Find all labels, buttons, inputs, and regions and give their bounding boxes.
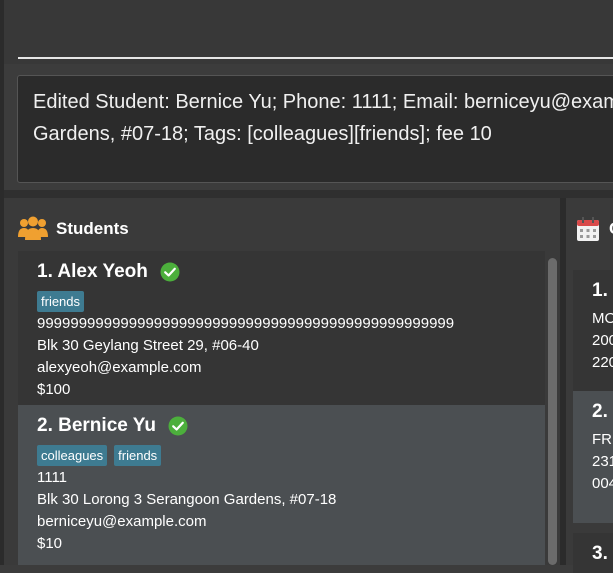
student-name: 2. Bernice Yu: [37, 415, 156, 436]
calendar-icon: [577, 217, 599, 241]
command-box[interactable]: [4, 0, 613, 64]
check-icon: [168, 416, 188, 436]
student-card-2[interactable]: 2. Bernice Yu colleagues friends 1111 Bl…: [18, 405, 545, 565]
schedule-line: 231: [592, 453, 613, 470]
student-email: berniceyu@example.com: [37, 513, 207, 530]
tag-friends: friends: [37, 291, 85, 312]
schedule-line: 200: [592, 332, 613, 349]
student-phone: 1111: [37, 469, 68, 486]
result-line-1: Edited Student: Bernice Yu; Phone: 1111;…: [33, 91, 613, 113]
student-email: alexyeoh@example.com: [37, 359, 202, 376]
scrollbar-thumb[interactable]: [548, 258, 557, 565]
section-separator: [4, 190, 613, 198]
command-input-underline: [18, 57, 613, 59]
schedule-number: 2.: [592, 401, 608, 422]
students-header: Students: [18, 215, 129, 243]
student-fee: $100: [37, 381, 71, 398]
schedule-title: C: [609, 219, 613, 239]
schedule-card-2[interactable]: 2. FRI 231 004: [573, 391, 613, 523]
people-icon: [18, 216, 48, 240]
schedule-card-1[interactable]: 1. MO 200 220: [573, 270, 613, 391]
schedule-card-3[interactable]: 3.: [573, 533, 613, 573]
result-line-2: Gardens, #07-18; Tags: [colleagues][frie…: [33, 123, 492, 145]
student-name: 1. Alex Yeoh: [37, 261, 148, 282]
schedule-line: FRI: [592, 431, 613, 448]
schedule-number: 3.: [592, 543, 608, 564]
student-address: Blk 30 Geylang Street 29, #06-40: [37, 337, 259, 354]
student-list[interactable]: 1. Alex Yeoh friends 9999999999999999999…: [18, 251, 545, 565]
check-icon: [160, 262, 180, 282]
student-address: Blk 30 Lorong 3 Serangoon Gardens, #07-1…: [37, 491, 337, 508]
schedule-line: 004: [592, 475, 613, 492]
result-message: Edited Student: Bernice Yu; Phone: 1111;…: [33, 86, 613, 150]
students-title: Students: [56, 219, 129, 238]
schedule-number: 1.: [592, 280, 608, 301]
schedule-line: MO: [592, 310, 613, 327]
student-card-1[interactable]: 1. Alex Yeoh friends 9999999999999999999…: [18, 251, 545, 405]
student-phone: 9999999999999999999999999999999999999999…: [37, 315, 455, 332]
schedule-line: 220: [592, 354, 613, 371]
result-display: Edited Student: Bernice Yu; Phone: 1111;…: [17, 75, 613, 183]
tag-colleagues: colleagues: [37, 445, 108, 466]
tag-friends: friends: [114, 445, 162, 466]
student-fee: $10: [37, 535, 63, 552]
